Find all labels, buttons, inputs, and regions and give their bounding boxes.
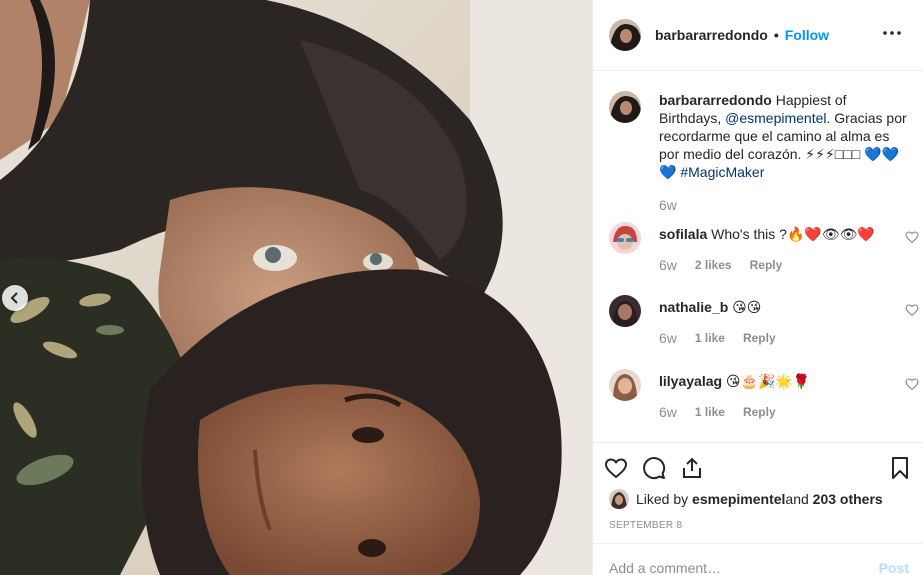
more-options-button[interactable] [881,22,903,44]
comment-likes[interactable]: 1 like [695,405,725,419]
caption-mention-link[interactable]: @esmepimentel [725,110,826,126]
liked-by-prefix: Liked by [636,491,689,507]
comment-text: lilyayalag 😘🎂🎉🌟🌹 [659,369,909,390]
reply-button[interactable]: Reply [743,405,776,419]
comment-meta: 6w 1 like Reply [659,404,909,420]
share-button[interactable] [677,453,707,483]
header-separator: • [773,27,779,43]
comment-username[interactable]: sofilala [659,226,707,242]
liked-by-user[interactable]: esmepimentel [692,491,785,507]
post-header: barbararredondo • Follow [593,0,923,71]
post-photo [0,0,592,575]
chevron-left-icon [10,292,18,304]
comment-timestamp[interactable]: 6w [659,257,677,273]
comment-meta: 6w 1 like Reply [659,330,909,346]
post-side-panel: barbararredondo • Follow barbararredondo… [592,0,923,575]
likes-count-link[interactable]: 203 others [813,491,883,507]
post-comment-button[interactable]: Post [879,560,909,575]
post-caption: barbararredondo Happiest of Birthdays, @… [609,91,909,213]
author-avatar[interactable] [609,19,641,51]
comments-section[interactable]: barbararredondo Happiest of Birthdays, @… [593,72,923,442]
follow-button[interactable]: Follow [785,27,829,43]
reply-button[interactable]: Reply [743,331,776,345]
caption-text: barbararredondo Happiest of Birthdays, @… [659,91,909,181]
heart-icon [604,458,628,479]
liked-by-middle: and [785,491,809,507]
comment-text: sofilala Who's this ?🔥❤️👁👁❤️ [659,222,909,243]
author-username[interactable]: barbararredondo [655,27,768,43]
comment-item: lilyayalag 😘🎂🎉🌟🌹 6w 1 like Reply [609,369,919,420]
more-horizontal-icon [883,31,901,35]
commenter-avatar[interactable] [609,295,641,327]
comment-likes[interactable]: 2 likes [695,258,732,272]
comment-button[interactable] [639,453,669,483]
carousel-prev-button[interactable] [2,285,28,311]
post-date[interactable]: September 8 [609,520,682,531]
liker-avatar[interactable] [609,489,629,509]
comment-likes[interactable]: 1 like [695,331,725,345]
save-button[interactable] [885,453,915,483]
comment-item: sofilala Who's this ?🔥❤️👁👁❤️ 6w 2 likes … [609,222,919,273]
post-media[interactable] [0,0,592,575]
comment-timestamp[interactable]: 6w [659,330,677,346]
comment-item: nathalie_b 😘😘 6w 1 like Reply [609,295,919,346]
like-comment-heart-icon[interactable] [905,230,919,244]
comment-username[interactable]: nathalie_b [659,299,728,315]
commenter-avatar[interactable] [609,222,641,254]
like-comment-heart-icon[interactable] [905,377,919,391]
caption-timestamp[interactable]: 6w [659,197,909,213]
add-comment-bar: Post [593,543,923,575]
comment-text: nathalie_b 😘😘 [659,295,909,316]
like-button[interactable] [601,453,631,483]
comment-content: 😘😘 [728,299,762,315]
instagram-post: barbararredondo • Follow barbararredondo… [0,0,923,575]
caption-hashtag-link[interactable]: #MagicMaker [680,164,764,180]
liked-by-summary: Liked by esmepimentel and 203 others [609,489,883,509]
caption-avatar[interactable] [609,91,641,123]
reply-button[interactable]: Reply [750,258,783,272]
commenter-avatar[interactable] [609,369,641,401]
comment-content: 😘🎂🎉🌟🌹 [722,373,811,389]
comment-username[interactable]: lilyayalag [659,373,722,389]
caption-username[interactable]: barbararredondo [659,92,772,108]
comment-timestamp[interactable]: 6w [659,404,677,420]
add-comment-input[interactable] [609,560,859,575]
share-icon [683,457,701,478]
comment-icon [643,457,666,480]
comment-content: Who's this ?🔥❤️👁👁❤️ [707,226,875,242]
action-icon-row [601,453,915,483]
post-actions: Liked by esmepimentel and 203 others Sep… [593,442,923,575]
comment-meta: 6w 2 likes Reply [659,257,909,273]
bookmark-icon [892,457,908,479]
like-comment-heart-icon[interactable] [905,303,919,317]
